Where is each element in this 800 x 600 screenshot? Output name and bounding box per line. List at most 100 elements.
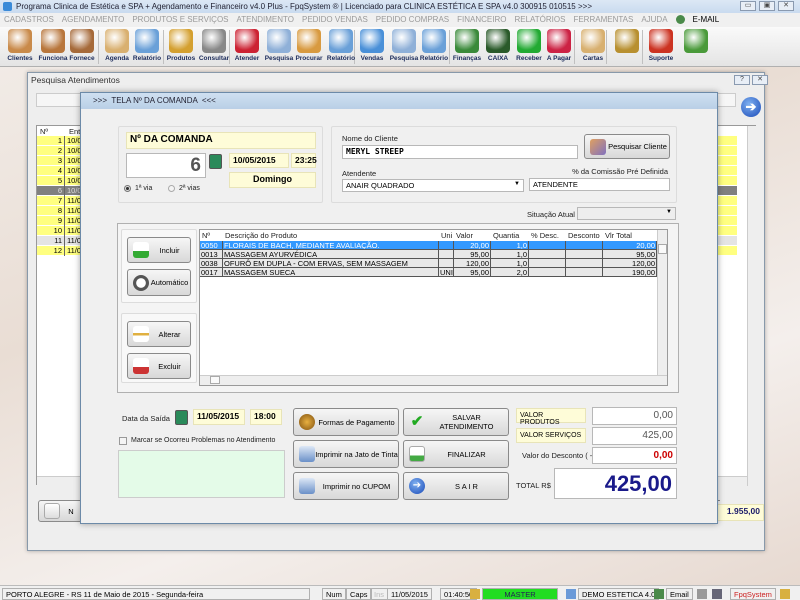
toolbar-button-coins-icon[interactable] <box>611 29 643 65</box>
search-client-button[interactable]: Pesquisar Cliente <box>584 134 670 159</box>
toolbar-button-funciona[interactable]: Funciona <box>37 29 69 65</box>
payment-methods-label: Formas de Pagamento <box>318 417 395 427</box>
toolbar-button-relat-rio[interactable]: Relatório <box>131 29 163 65</box>
commission-input[interactable]: ATENDENTE <box>529 178 670 191</box>
include-button[interactable]: Incluir <box>127 237 191 263</box>
exit-calendar-icon[interactable] <box>175 410 188 425</box>
vertical-scrollbar[interactable] <box>747 126 757 486</box>
comanda-number[interactable]: 6 <box>126 153 206 178</box>
toolbar-button-label: Consultar <box>198 55 230 62</box>
toolbar-button-vendas[interactable]: Vendas <box>356 29 388 65</box>
menu-item[interactable]: CADASTROS <box>4 15 54 25</box>
toolbar-separator <box>98 30 99 64</box>
grid-column-header[interactable]: % Desc. <box>529 231 566 240</box>
row-number: 3 <box>37 156 65 166</box>
status-select[interactable]: ▼ <box>577 207 676 220</box>
toolbar-button-exit-icon[interactable] <box>680 29 712 65</box>
automatic-button[interactable]: Automático <box>127 269 191 296</box>
toolbar-button-procurar[interactable]: Procurar <box>293 29 325 65</box>
payment-methods-button[interactable]: Formas de Pagamento <box>293 408 399 436</box>
scroll-thumb[interactable] <box>658 244 667 254</box>
menu-item[interactable]: AJUDA <box>641 15 667 25</box>
menu-item[interactable]: ATENDIMENTO <box>237 15 294 25</box>
email-icon[interactable] <box>654 589 664 599</box>
row-number: 10 <box>37 226 65 236</box>
toolbar-button-relat-rio[interactable]: Relatório <box>325 29 357 65</box>
toolbar-button-cartas[interactable]: Cartas <box>577 29 609 65</box>
exit-label: S A I R <box>455 481 478 491</box>
product-row[interactable]: 0013 MASSAGEM AYURVÉDICA 95,00 1,0 95,00 <box>200 250 657 259</box>
finish-button[interactable]: FINALIZAR <box>403 440 509 468</box>
help-button[interactable]: ? <box>734 75 750 85</box>
menu-item-email[interactable]: E-MAIL <box>693 15 720 25</box>
toolbar-button-consultar[interactable]: Consultar <box>198 29 230 65</box>
calendar-icon[interactable] <box>209 154 222 169</box>
grid-column-header[interactable]: Uni <box>439 231 454 240</box>
menu-item[interactable]: FINANCEIRO <box>457 15 506 25</box>
menu-item[interactable]: RELATÓRIOS <box>514 15 565 25</box>
toolbar-button-relat-rio[interactable]: Relatório <box>418 29 450 65</box>
maximize-button[interactable]: ▣ <box>759 1 775 11</box>
search-window-close-button[interactable]: ✕ <box>752 75 768 85</box>
edit-item-icon <box>133 326 149 342</box>
grid-column-header[interactable]: Nº <box>200 231 223 240</box>
edit-button[interactable]: Alterar <box>127 321 191 347</box>
product-row[interactable]: 0038 OFURÔ EM DUPLA - COM ERVAS, SEM MASS… <box>200 259 657 268</box>
exit-time[interactable]: 18:00 <box>250 409 282 425</box>
toolbar-button-a-pagar[interactable]: A Pagar <box>543 29 575 65</box>
toolbar-button-fornece[interactable]: Fornece <box>66 29 98 65</box>
toolbar-button-caixa[interactable]: CAIXA <box>482 29 514 65</box>
grid-column-header[interactable]: Valor <box>454 231 491 240</box>
problem-checkbox[interactable] <box>119 437 127 445</box>
cell-n: 0038 <box>200 259 223 267</box>
grid-column-header[interactable]: Vlr Total <box>603 231 657 240</box>
include-label: Incluir <box>159 245 180 255</box>
toolbar-button-finan-as[interactable]: Finanças <box>451 29 483 65</box>
toolbar-button-pesquisa[interactable]: Pesquisa <box>388 29 420 65</box>
exit-button[interactable]: ➔ S A I R <box>403 472 509 500</box>
arrow-right-icon: ➔ <box>409 478 425 494</box>
exit-date[interactable]: 11/05/2015 <box>193 409 245 425</box>
menu-item[interactable]: AGENDAMENTO <box>62 15 125 25</box>
toolbar-button-pesquisa[interactable]: Pesquisa <box>263 29 295 65</box>
clients-icon <box>8 29 32 53</box>
menu-item[interactable]: PEDIDO VENDAS <box>302 15 368 25</box>
grid-column-header[interactable]: Descrição do Produto <box>223 231 439 240</box>
attendant-select[interactable]: ANAIR QUADRADO ▼ <box>342 179 524 192</box>
app-icon <box>3 2 12 11</box>
via1-radio[interactable] <box>124 185 131 192</box>
print-coupon-button[interactable]: Imprimir no CUPOM <box>293 472 399 500</box>
new-appointment-button[interactable]: N <box>38 500 83 522</box>
via2-radio[interactable] <box>168 185 175 192</box>
toolbar-button-receber[interactable]: Receber <box>513 29 545 65</box>
minimize-button[interactable]: ▭ <box>740 1 756 11</box>
printer-icon[interactable] <box>697 589 707 599</box>
grid-vertical-scrollbar[interactable] <box>657 230 667 375</box>
chevron-down-icon: ▼ <box>666 209 672 215</box>
problem-notes-textarea[interactable] <box>118 450 285 498</box>
product-row[interactable]: 0017 MASSAGEM SUECA UNI 95,00 2,0 190,00 <box>200 268 657 277</box>
status-date: 11/05/2015 <box>387 588 432 600</box>
menu-item[interactable]: PEDIDO COMPRAS <box>376 15 449 25</box>
product-row[interactable]: 0050 FLORAIS DE BACH, MEDIANTE AVALIAÇÃO.… <box>200 241 657 250</box>
forward-arrow-icon[interactable]: ➔ <box>741 97 761 117</box>
menu-item[interactable]: PRODUTOS E SERVIÇOS <box>132 15 228 25</box>
toolbar-button-clientes[interactable]: Clientes <box>4 29 36 65</box>
toolbar-button-suporte[interactable]: Suporte <box>645 29 677 65</box>
toolbar-button-produtos[interactable]: Produtos <box>165 29 197 65</box>
save-appointment-button[interactable]: ✔ SALVAR ATENDIMENTO <box>403 408 509 436</box>
discount-value[interactable]: 0,00 <box>592 447 677 464</box>
close-button[interactable]: ✕ <box>778 1 794 11</box>
grid-horizontal-scrollbar[interactable] <box>200 375 667 385</box>
scroll-thumb[interactable] <box>210 376 220 384</box>
grid-column-header[interactable]: Quantia <box>491 231 529 240</box>
cell-qtd: 1,0 <box>491 241 529 249</box>
delete-button[interactable]: Excluir <box>127 353 191 379</box>
menu-item[interactable]: FERRAMENTAS <box>573 15 633 25</box>
client-name-input[interactable]: MERYL STREEP <box>342 145 578 159</box>
grid-column-header[interactable]: Desconto <box>566 231 603 240</box>
status-email[interactable]: Email <box>666 588 693 600</box>
print-inkjet-button[interactable]: Imprimir na Jato de Tinta <box>293 440 399 468</box>
toolbar-button-atender[interactable]: Atender <box>231 29 263 65</box>
toolbar-button-agenda[interactable]: Agenda <box>101 29 133 65</box>
